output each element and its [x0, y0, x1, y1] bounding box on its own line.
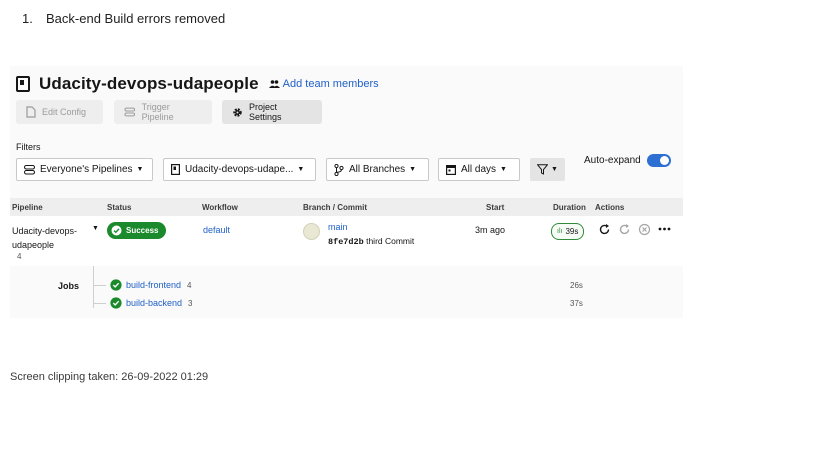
project-header: Udacity-devops-udapeople Add team member…	[16, 74, 379, 94]
document-heading: 1. Back-end Build errors removed	[22, 11, 225, 26]
job-name[interactable]: build-frontend	[126, 280, 181, 290]
start-time: 3m ago	[475, 225, 506, 235]
check-circle-icon	[111, 225, 122, 236]
tree-connector	[94, 285, 106, 286]
job-duration: 26s	[570, 281, 583, 290]
team-icon	[268, 80, 280, 88]
job-name[interactable]: build-backend	[126, 298, 182, 308]
header-branch-commit: Branch / Commit	[303, 203, 368, 212]
edit-config-label: Edit Config	[42, 107, 87, 117]
more-options-icon[interactable]	[658, 227, 671, 231]
filters-label: Filters	[16, 142, 41, 152]
trigger-pipeline-button[interactable]: Trigger Pipeline	[114, 100, 212, 124]
duration-value: 39s	[565, 227, 579, 236]
project-icon	[171, 164, 180, 175]
check-circle-icon	[110, 297, 122, 309]
chevron-down-icon: ▼	[551, 166, 558, 173]
cancel-icon[interactable]	[638, 223, 651, 236]
circleci-pipelines-panel: Udacity-devops-udapeople Add team member…	[10, 66, 683, 318]
jobs-section: Jobs build-frontend 4 26s build-backend …	[10, 266, 683, 318]
auto-expand-label: Auto-expand	[584, 155, 641, 166]
branches-filter-value: All Branches	[349, 164, 406, 175]
job-duration: 37s	[570, 299, 583, 308]
heading-text: Back-end Build errors removed	[46, 11, 226, 26]
project-settings-label: Project Settings	[249, 102, 282, 122]
pipeline-number: 4	[17, 252, 22, 261]
chevron-down-icon: ▼	[409, 166, 417, 173]
avatar	[303, 223, 320, 240]
branch-link[interactable]: main	[328, 222, 348, 232]
job-item[interactable]: build-frontend 4	[110, 279, 192, 291]
duration-bars-icon: ılı	[557, 228, 563, 235]
header-workflow: Workflow	[202, 203, 238, 212]
header-actions: Actions	[595, 203, 625, 212]
chevron-down-icon[interactable]: ▼	[92, 225, 99, 232]
header-pipeline: Pipeline	[12, 203, 43, 212]
project-filter-value: Udacity-devops-udape...	[185, 164, 294, 175]
screen-clipping-note: Screen clipping taken: 26-09-2022 01:29	[10, 371, 209, 383]
project-icon	[16, 76, 30, 92]
table-header: Pipeline Status Workflow Branch / Commit…	[10, 198, 683, 216]
advanced-filter-button[interactable]: ▼	[530, 158, 565, 181]
chevron-down-icon: ▼	[500, 166, 507, 173]
commit-hash: 8fe7d2b	[328, 237, 364, 247]
commit-message: third Commit	[366, 236, 415, 246]
branches-filter-dropdown[interactable]: All Branches ▼	[326, 158, 429, 181]
trigger-pipeline-label: Trigger Pipeline	[141, 102, 174, 122]
tree-connector	[94, 303, 106, 304]
tree-connector	[93, 266, 94, 308]
chevron-down-icon: ▼	[136, 166, 144, 173]
jobs-label: Jobs	[58, 281, 80, 291]
job-item[interactable]: build-backend 3	[110, 297, 193, 309]
job-number: 3	[188, 298, 193, 308]
status-label: Success	[126, 226, 159, 235]
job-number: 4	[187, 280, 192, 290]
header-status: Status	[107, 203, 132, 212]
duration-badge: ılı 39s	[551, 223, 585, 240]
auto-expand-toggle[interactable]	[647, 154, 671, 167]
project-filter-dropdown[interactable]: Udacity-devops-udape... ▼	[163, 158, 316, 181]
file-icon	[26, 106, 36, 118]
project-title: Udacity-devops-udapeople	[39, 74, 259, 93]
calendar-icon	[446, 165, 456, 175]
project-settings-button[interactable]: Project Settings	[222, 100, 322, 124]
status-badge[interactable]: Success	[107, 222, 167, 239]
check-circle-icon	[110, 279, 122, 291]
edit-config-button[interactable]: Edit Config	[16, 100, 103, 124]
pipeline-name[interactable]: Udacity-devops- udapeople	[12, 224, 77, 252]
pipelines-filter-value: Everyone's Pipelines	[40, 164, 133, 175]
header-duration: Duration	[553, 203, 586, 212]
pipeline-icon	[124, 107, 136, 117]
list-number: 1.	[22, 11, 33, 26]
pipelines-icon	[24, 164, 35, 174]
pipeline-name-line1: Udacity-devops-	[12, 226, 78, 236]
add-team-members-label: Add team members	[282, 78, 379, 90]
pipelines-filter-dropdown[interactable]: Everyone's Pipelines ▼	[16, 158, 153, 181]
days-filter-dropdown[interactable]: All days ▼	[438, 158, 520, 181]
pipeline-name-line2: udapeople	[12, 240, 55, 250]
pipeline-row[interactable]: Udacity-devops- udapeople 4 ▼ Success de…	[10, 216, 683, 266]
header-start: Start	[486, 203, 505, 212]
rerun-failed-icon[interactable]	[618, 223, 631, 236]
gear-icon	[233, 107, 242, 117]
funnel-icon	[537, 164, 549, 175]
workflow-link[interactable]: default	[203, 225, 230, 235]
commit-info[interactable]: 8fe7d2b third Commit	[328, 236, 414, 247]
branch-icon	[334, 163, 344, 176]
add-team-members-link[interactable]: Add team members	[268, 78, 379, 90]
chevron-down-icon: ▼	[297, 166, 305, 173]
rerun-icon[interactable]	[598, 223, 611, 236]
days-filter-value: All days	[461, 164, 497, 175]
